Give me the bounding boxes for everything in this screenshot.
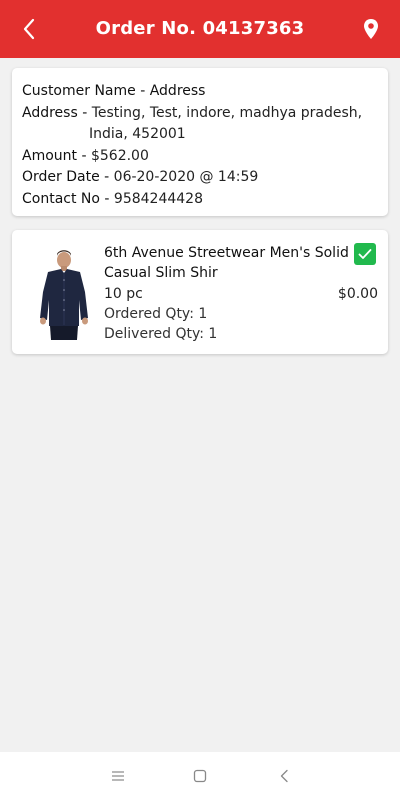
system-back-button[interactable] (274, 766, 294, 786)
order-date-label: Order Date - (22, 169, 114, 185)
home-square-icon (193, 769, 207, 783)
address-line1: Testing, Test, indore, madhya pradesh, (91, 104, 363, 121)
page-title: Order No. 04137363 (95, 18, 305, 39)
address-line2: India, 452001 (89, 126, 186, 142)
customer-heading: Customer Name - Address (22, 83, 206, 99)
address-line2-row: India, 452001 (22, 124, 378, 146)
recents-button[interactable] (108, 766, 128, 786)
back-chevron-icon (280, 769, 288, 783)
contact-value: 9584244428 (113, 190, 203, 207)
order-date-value: 06-20-2020 @ 14:59 (113, 169, 259, 185)
amount-value: $562.00 (90, 147, 149, 164)
ordered-qty: Ordered Qty: 1 (104, 306, 208, 322)
order-details-card: Customer Name - Address Address - Testin… (12, 68, 388, 216)
product-price: $0.00 (337, 286, 378, 302)
delivered-checkbox[interactable] (354, 243, 376, 265)
amount-row: Amount - $562.00 (22, 146, 378, 168)
contact-label: Contact No - (22, 190, 114, 207)
product-quantity: 10 pc (104, 286, 143, 302)
location-button[interactable] (360, 16, 382, 42)
order-date-row: Order Date - 06-20-2020 @ 14:59 (22, 167, 378, 189)
amount-label: Amount - (22, 147, 91, 164)
contact-row: Contact No - 9584244428 (22, 189, 378, 211)
address-row: Address - Testing, Test, indore, madhya … (22, 103, 378, 125)
delivered-qty: Delivered Qty: 1 (104, 326, 218, 342)
map-pin-icon (364, 19, 378, 39)
list-item[interactable]: 6th Avenue Streetwear Men's Solid Casual… (12, 230, 388, 354)
product-image (22, 248, 106, 340)
address-label: Address - (22, 104, 92, 121)
system-nav-bar (0, 752, 400, 800)
app-header: Order No. 04137363 (0, 0, 400, 58)
product-name: 6th Avenue Streetwear Men's Solid Casual… (104, 245, 349, 281)
checkmark-icon (358, 249, 372, 259)
home-button[interactable] (190, 766, 210, 786)
menu-icon (112, 771, 124, 781)
